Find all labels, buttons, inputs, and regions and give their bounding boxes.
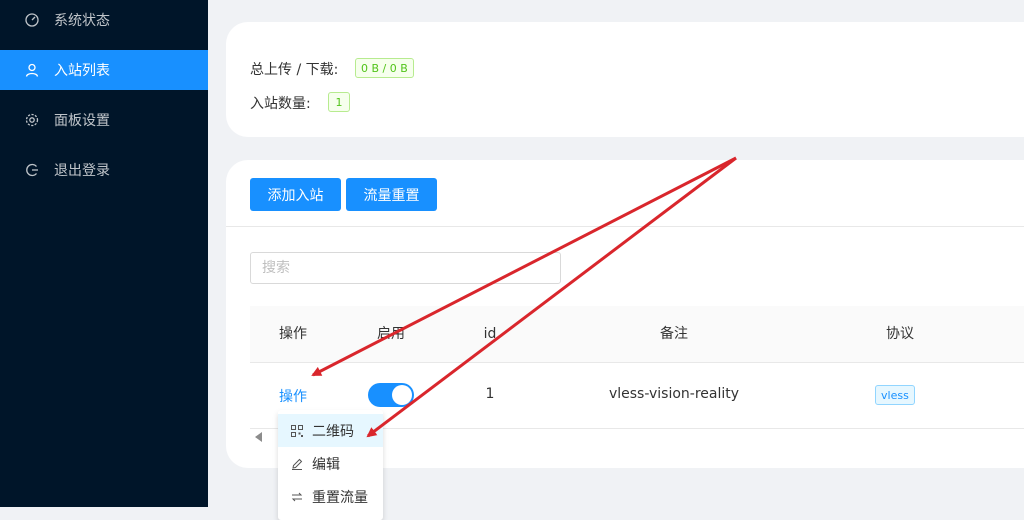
column-header-action: 操作 <box>279 326 307 342</box>
sidebar-item-label: 面板设置 <box>54 113 110 129</box>
add-inbound-button[interactable]: 添加入站 <box>250 178 341 211</box>
action-dropdown-menu: 二维码 编辑 重置流量 <box>278 410 383 520</box>
menu-item-edit[interactable]: 编辑 <box>278 447 383 480</box>
menu-item-label: 重置流量 <box>312 489 368 506</box>
inbound-count-tag: 1 <box>328 92 350 112</box>
sidebar-item-inbound-list[interactable]: 入站列表 <box>0 50 208 90</box>
stats-card <box>226 22 1024 137</box>
inbound-count-label: 入站数量: <box>250 96 311 112</box>
sidebar-item-panel-settings[interactable]: 面板设置 <box>0 100 208 140</box>
gear-icon <box>24 112 40 128</box>
sidebar-item-label: 退出登录 <box>54 163 110 179</box>
user-icon <box>24 62 40 78</box>
menu-item-qrcode[interactable]: 二维码 <box>278 414 383 447</box>
scroll-left-icon[interactable] <box>255 432 262 442</box>
column-header-id: id <box>483 326 497 342</box>
row-id: 1 <box>485 386 495 402</box>
sidebar-item-logout[interactable]: 退出登录 <box>0 150 208 190</box>
dashboard-icon <box>24 12 40 28</box>
column-header-remark: 备注 <box>660 326 688 342</box>
table-header: 操作 启用 id 备注 协议 <box>250 306 1024 363</box>
column-header-protocol: 协议 <box>886 326 914 342</box>
row-action-link[interactable]: 操作 <box>279 386 307 406</box>
column-header-enable: 启用 <box>377 326 405 342</box>
enable-switch[interactable] <box>368 383 414 407</box>
sidebar-item-label: 系统状态 <box>54 13 110 29</box>
row-remark: vless-vision-reality <box>608 386 740 402</box>
traffic-label: 总上传 / 下载: <box>250 62 339 78</box>
sidebar-item-label: 入站列表 <box>54 63 110 79</box>
divider <box>226 226 1024 227</box>
sidebar-item-system-status[interactable]: 系统状态 <box>0 0 208 40</box>
menu-item-label: 二维码 <box>312 423 354 440</box>
menu-item-reset-traffic[interactable]: 重置流量 <box>278 480 383 513</box>
sidebar: 系统状态 入站列表 面板设置 退出登录 <box>0 0 208 507</box>
logout-icon <box>24 162 40 178</box>
qrcode-icon <box>290 424 304 438</box>
edit-icon <box>290 457 304 471</box>
protocol-tag: vless <box>875 385 915 405</box>
traffic-tag: 0 B / 0 B <box>355 58 414 78</box>
reset-traffic-button[interactable]: 流量重置 <box>346 178 437 211</box>
switch-knob <box>392 385 412 405</box>
swap-icon <box>290 490 304 504</box>
menu-item-label: 编辑 <box>312 456 340 473</box>
search-input[interactable] <box>250 252 561 284</box>
